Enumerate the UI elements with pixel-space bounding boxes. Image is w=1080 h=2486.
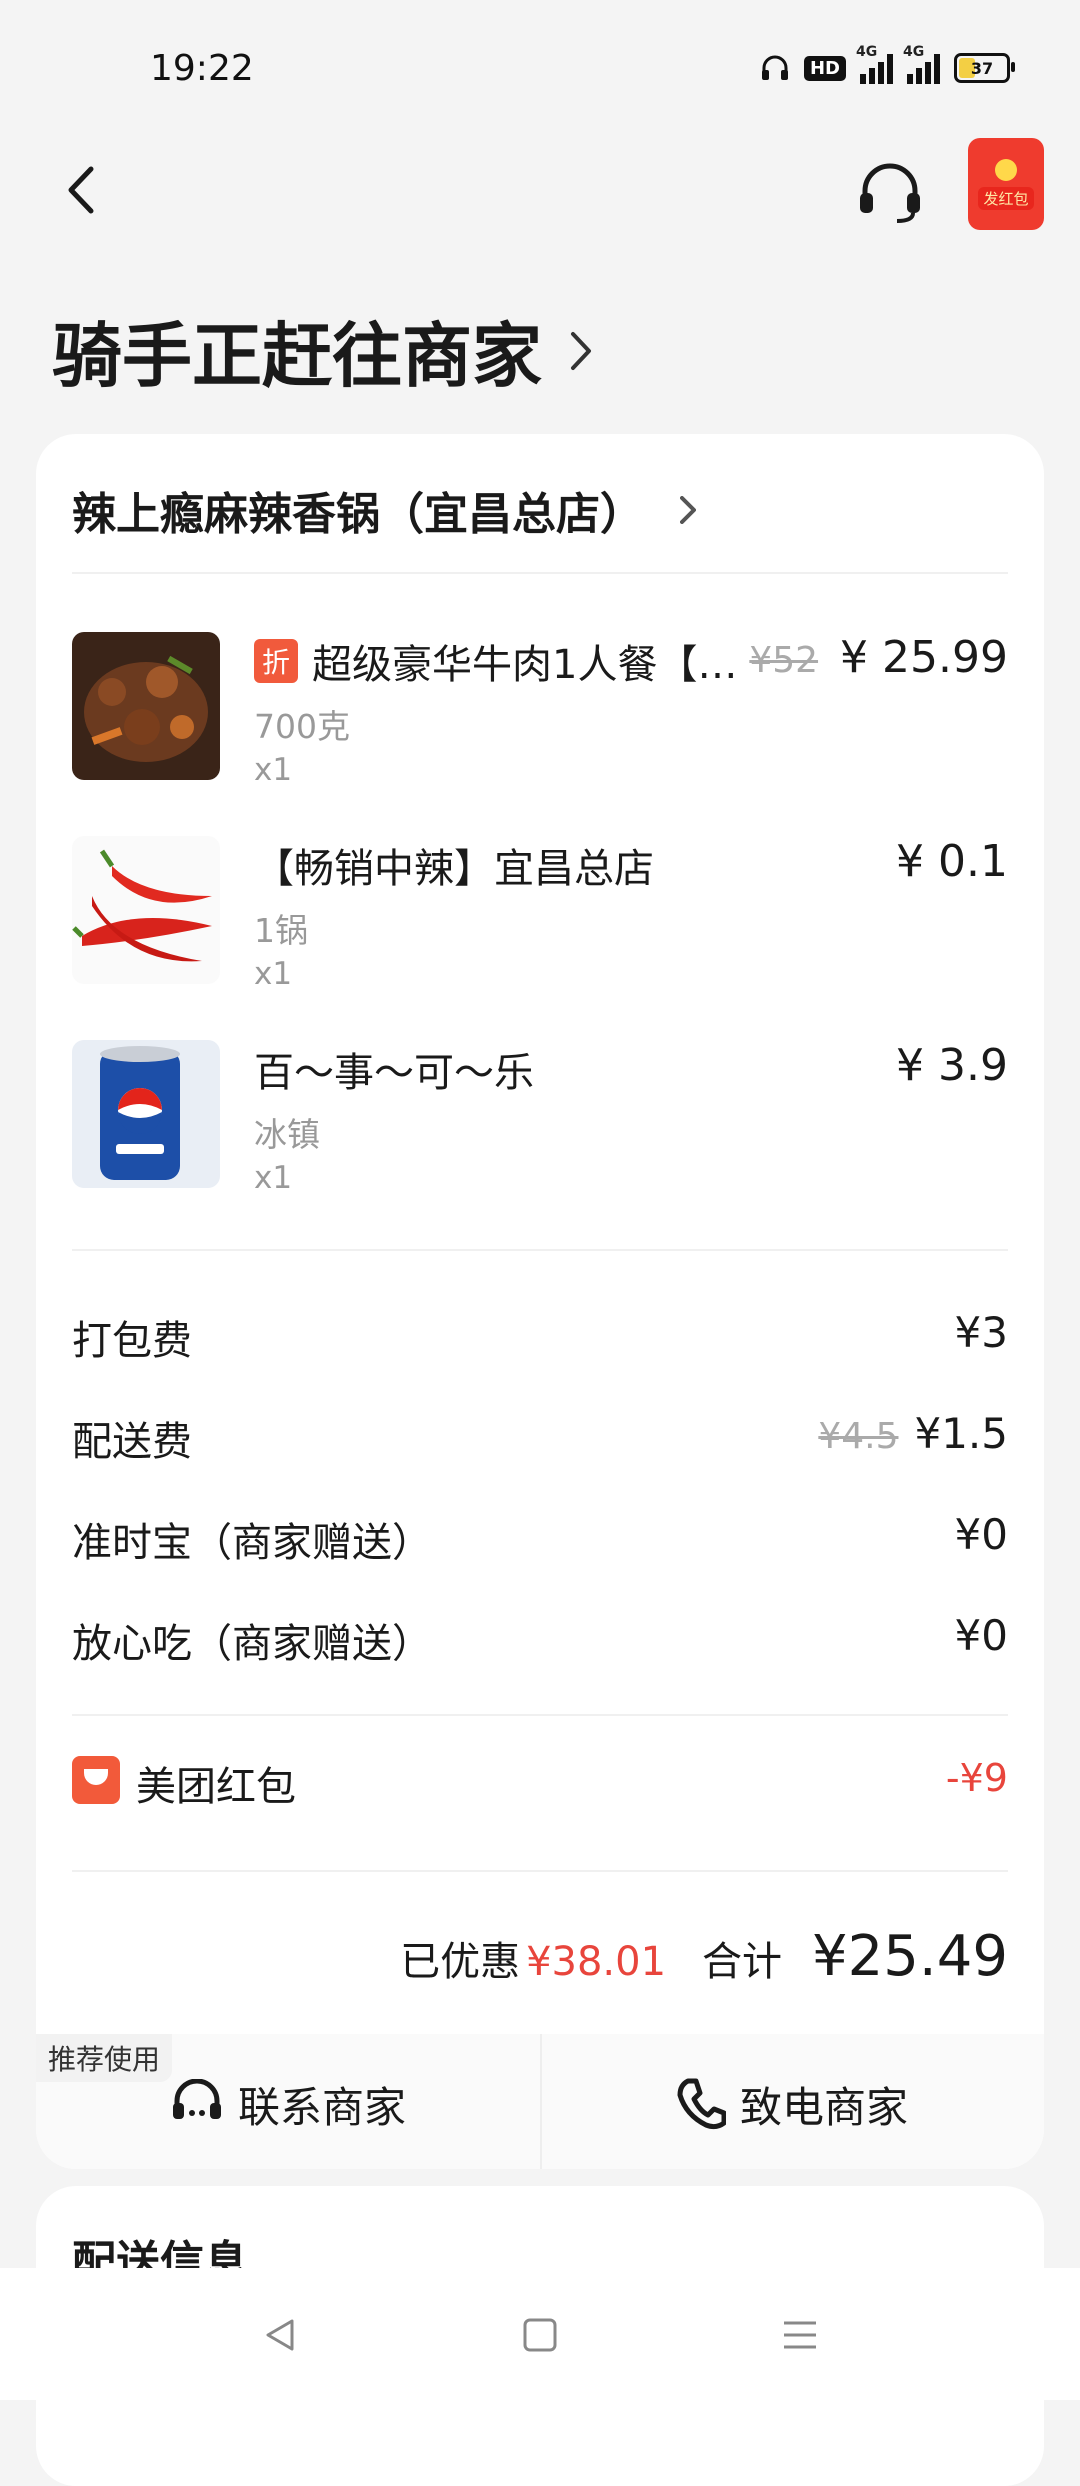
send-redpacket-button[interactable]: 发红包 [968,138,1044,230]
headphone-status-icon [761,55,788,80]
call-merchant-button[interactable]: 致电商家 [676,2064,908,2144]
item-name: 【畅销中辣】宜昌总店 [254,846,654,892]
coupon-value: -¥9 [945,1756,1008,1800]
call-merchant-label: 致电商家 [740,2082,909,2132]
original-fee: ¥4.5 [818,1416,899,1457]
total-value: ¥25.49 [812,1924,1008,1989]
item-qty: x1 [254,956,293,992]
customer-service-button[interactable] [850,158,930,228]
order-item[interactable]: 【畅销中辣】宜昌总店 1锅 x1 ¥ 0.1 [72,836,1008,996]
recommend-tag: 推荐使用 [36,2034,173,2082]
contact-merchant-button[interactable]: 联系商家 [170,2064,406,2144]
chat-headset-icon [173,2079,221,2119]
current-price: ¥ 3.9 [896,1040,1008,1091]
contact-merchant-label: 联系商家 [238,2082,407,2132]
fee-value: ¥4.5 ¥1.5 [818,1409,1008,1458]
order-card: 辣上瘾麻辣香锅（宜昌总店） 折 超级豪华牛肉1人餐【… 700克 x1 ¥52 … [36,434,1044,2169]
item-price: ¥ 3.9 [896,1040,1008,1091]
top-nav: 发红包 [0,130,1080,250]
fee-label: 打包费 [72,1318,192,1364]
order-item[interactable]: 百～事～可～乐 冰镇 x1 ¥ 3.9 [72,1040,1008,1200]
total-row: 已优惠 ¥38.01 合计 ¥25.49 [400,1924,1008,1989]
fee-label: 准时宝（商家赠送） [72,1520,432,1566]
item-name: 百～事～可～乐 [254,1050,534,1096]
triangle-back-icon [266,2319,294,2351]
fee-value: ¥3 [954,1308,1008,1357]
item-spec: 1锅 [254,911,308,950]
chevron-right-icon [571,331,591,370]
nav-back-button[interactable] [255,2310,305,2360]
item-price: ¥ 0.1 [896,836,1008,887]
item-price: ¥52 ¥ 25.99 [749,632,1008,683]
redpacket-icon [72,1756,120,1804]
store-link[interactable]: 辣上瘾麻辣香锅（宜昌总店） [72,478,696,542]
item-spec: 700克 [254,707,350,746]
square-home-icon [523,2318,557,2352]
discount-badge: 折 [254,639,298,683]
divider [72,1249,1008,1251]
headset-icon [860,163,920,223]
nav-home-button[interactable] [515,2310,565,2360]
saved-label: 已优惠 [400,1939,521,1985]
divider [72,1870,1008,1872]
fee-value: ¥0 [954,1611,1008,1660]
status-time: 19:22 [150,48,254,89]
total-label: 合计 [702,1939,783,1985]
coupon-row: 美团红包 -¥9 [72,1752,1008,1812]
status-icons: HD 4G 4G 37 [760,44,1015,84]
order-item[interactable]: 折 超级豪华牛肉1人餐【… 700克 x1 ¥52 ¥ 25.99 [72,632,1008,792]
saved-value: ¥38.01 [526,1939,667,1985]
item-name: 折 超级豪华牛肉1人餐【… [254,632,737,690]
fee-value: ¥0 [954,1510,1008,1559]
order-status-title[interactable]: 骑手正赶往商家 [52,300,592,401]
item-spec: 冰镇 [254,1115,320,1154]
order-status-text: 骑手正赶往商家 [52,315,542,397]
signal-icon-2: 4G [903,44,940,84]
redpacket-label: 发红包 [978,186,1034,210]
phone-icon [677,2078,726,2130]
original-price: ¥52 [749,640,819,681]
system-nav-bar [0,2268,1080,2400]
chevron-left-icon [68,166,94,214]
coupon-label: 美团红包 [136,1764,296,1810]
signal-icon-1: 4G [856,44,893,84]
store-name: 辣上瘾麻辣香锅（宜昌总店） [72,489,644,540]
back-button[interactable] [50,160,110,220]
fee-row-ontime: 准时宝（商家赠送） ¥0 [72,1510,1008,1570]
divider [72,1714,1008,1716]
menu-lines-icon [784,2321,816,2349]
divider [540,2034,542,2169]
current-price: ¥ 0.1 [896,836,1008,887]
battery-icon: 37 [954,53,1015,83]
fee-row-safe-eat: 放心吃（商家赠送） ¥0 [72,1611,1008,1671]
item-image-pepsi [72,1040,220,1188]
item-qty: x1 [254,1160,293,1196]
hd-badge: HD [803,55,846,81]
item-qty: x1 [254,752,293,788]
fee-label: 放心吃（商家赠送） [72,1621,432,1667]
fee-label: 配送费 [72,1419,192,1465]
coin-icon [995,158,1017,181]
divider [72,572,1008,574]
fee-row-packaging: 打包费 ¥3 [72,1308,1008,1368]
fee-row-delivery: 配送费 ¥4.5 ¥1.5 [72,1409,1008,1469]
item-image-chili [72,836,220,984]
action-bar: 推荐使用 联系商家 致电商家 [36,2034,1044,2169]
nav-menu-button[interactable] [775,2310,825,2360]
item-image-beef [72,632,220,780]
chevron-right-icon [680,496,696,524]
status-bar: 19:22 HD 4G 4G 37 [0,0,1080,120]
current-price: ¥ 25.99 [840,632,1008,683]
